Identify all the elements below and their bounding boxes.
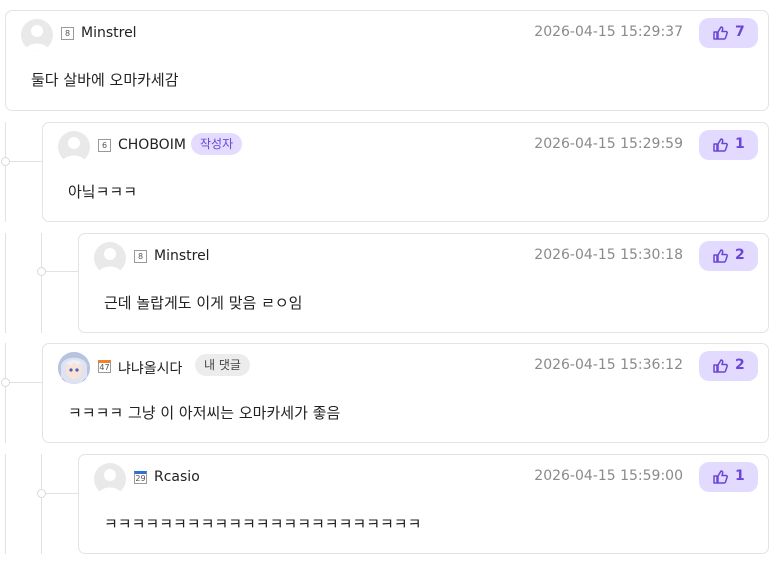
level-badge: 29 — [134, 471, 147, 484]
thread-line — [41, 493, 78, 494]
like-button[interactable]: 2 — [699, 351, 758, 381]
default-avatar-icon[interactable] — [94, 463, 126, 495]
thread-line — [5, 382, 42, 383]
my-comment-tag: 내 댓글 — [195, 354, 250, 376]
nickname[interactable]: Minstrel — [154, 248, 210, 264]
thread-line — [41, 233, 42, 333]
thread-node — [37, 267, 46, 276]
timestamp: 2026-04-15 15:29:37 — [534, 24, 683, 40]
comment-card: 6 CHOBOIM 작성자 2026-04-15 15:29:59 1 아닠ㅋㅋ… — [42, 122, 769, 222]
level-badge: 6 — [98, 139, 111, 152]
timestamp: 2026-04-15 15:29:59 — [534, 136, 683, 152]
nickname[interactable]: CHOBOIM — [118, 137, 186, 153]
thread-line — [41, 271, 78, 272]
nickname[interactable]: 냐냐올시다 — [118, 358, 182, 378]
thumbs-up-icon — [713, 359, 728, 373]
comment-text: 아닠ㅋㅋㅋ — [68, 183, 138, 201]
thumbs-up-icon — [713, 138, 728, 152]
thumbs-up-icon — [713, 26, 728, 40]
thread-line — [5, 343, 6, 443]
comment-card: 8 Minstrel 2026-04-15 15:29:37 7 둘다 살바에 … — [5, 10, 769, 111]
thumbs-up-icon — [713, 470, 728, 484]
comment-text: ㅋㅋㅋㅋㅋㅋㅋㅋㅋㅋㅋㅋㅋㅋㅋㅋㅋㅋㅋㅋㅋㅋㅋ — [104, 515, 422, 533]
like-count: 1 — [735, 468, 745, 484]
comment-text: 둘다 살바에 오마카세감 — [31, 71, 179, 89]
like-button[interactable]: 7 — [699, 18, 758, 48]
thread-node — [1, 378, 10, 387]
like-count: 2 — [735, 357, 745, 373]
level-badge: 8 — [61, 27, 74, 40]
like-count: 1 — [735, 136, 745, 152]
default-avatar-icon[interactable] — [58, 131, 90, 163]
comment-text: 근데 놀랍게도 이게 맞음 ㄹㅇ임 — [104, 294, 303, 312]
nickname[interactable]: Minstrel — [81, 25, 137, 41]
thread-line — [5, 161, 42, 162]
level-badge: 8 — [134, 250, 147, 263]
default-avatar-icon[interactable] — [21, 19, 53, 51]
comment-thread: 8 Minstrel 2026-04-15 15:29:37 7 둘다 살바에 … — [0, 0, 779, 563]
comment-card: 8 Minstrel 2026-04-15 15:30:18 2 근데 놀랍게도… — [78, 233, 769, 333]
thread-line — [5, 233, 6, 333]
thread-node — [1, 157, 10, 166]
thread-line — [5, 454, 6, 554]
author-tag: 작성자 — [191, 133, 243, 155]
comment-card: 29 Rcasio 2026-04-15 15:59:00 1 ㅋㅋㅋㅋㅋㅋㅋㅋ… — [78, 454, 769, 554]
timestamp: 2026-04-15 15:59:00 — [534, 468, 683, 484]
default-avatar-icon[interactable] — [94, 242, 126, 274]
like-count: 7 — [735, 24, 745, 40]
comment-card: 47 냐냐올시다 내 댓글 2026-04-15 15:36:12 2 ㅋㅋㅋㅋ… — [42, 343, 769, 443]
anime-character-avatar-icon[interactable] — [58, 352, 90, 384]
timestamp: 2026-04-15 15:36:12 — [534, 357, 683, 373]
like-button[interactable]: 2 — [699, 241, 758, 271]
comment-text: ㅋㅋㅋㅋ 그냥 이 아저씨는 오마카세가 좋음 — [68, 404, 341, 422]
like-button[interactable]: 1 — [699, 462, 758, 492]
thread-node — [37, 489, 46, 498]
like-count: 2 — [735, 247, 745, 263]
level-badge: 47 — [98, 360, 111, 373]
thumbs-up-icon — [713, 249, 728, 263]
timestamp: 2026-04-15 15:30:18 — [534, 247, 683, 263]
like-button[interactable]: 1 — [699, 130, 758, 160]
nickname[interactable]: Rcasio — [154, 469, 200, 485]
thread-line — [41, 454, 42, 554]
thread-line — [5, 122, 6, 222]
